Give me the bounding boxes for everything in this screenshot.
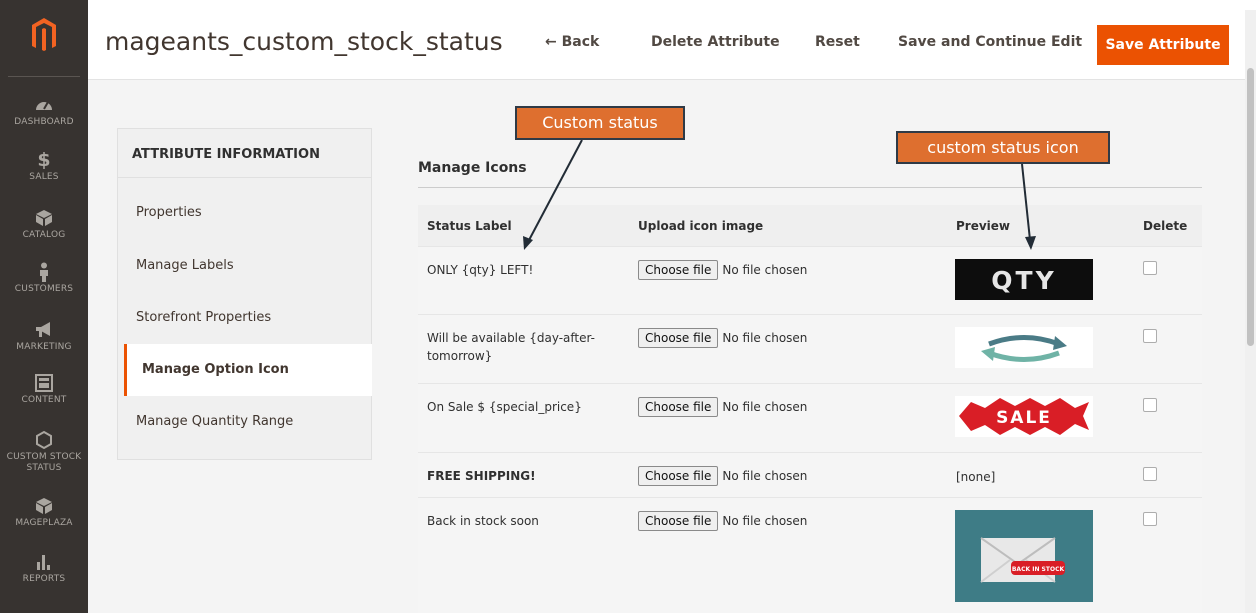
nav-item-marketing[interactable]: MARKETING [0, 320, 88, 353]
sale-preview-image: SALE [955, 396, 1093, 437]
file-status: No file chosen [722, 263, 808, 277]
status-label: Will be available {day-after-tomorrow} [427, 331, 595, 363]
nav-item-mageplaza[interactable]: MAGEPLAZA [0, 496, 88, 529]
tab-manage-labels[interactable]: Manage Labels [118, 240, 371, 292]
status-label: Back in stock soon [427, 514, 539, 528]
file-input[interactable]: Choose file No file chosen [638, 260, 807, 280]
save-and-continue-button[interactable]: Save and Continue Edit [898, 34, 1082, 50]
table-row: FREE SHIPPING! Choose file No file chosen… [418, 452, 1202, 497]
attribute-tabs: ATTRIBUTE INFORMATION Properties Manage … [117, 128, 372, 460]
choose-file-button[interactable]: Choose file [638, 328, 719, 348]
qty-preview-text: QTY [991, 266, 1056, 295]
file-status: No file chosen [722, 469, 808, 483]
back-in-stock-preview-text: BACK IN STOCK [1012, 566, 1065, 573]
delete-checkbox[interactable] [1143, 512, 1157, 526]
custom-status-icon-callout: custom status icon [896, 131, 1110, 164]
column-header-preview: Preview [956, 219, 1011, 233]
tab-manage-option-icon[interactable]: Manage Option Icon [124, 344, 372, 396]
dashboard-gauge-icon [36, 101, 52, 110]
preview-none-text: [none] [956, 470, 996, 484]
column-header-status-label: Status Label [427, 219, 512, 233]
page-title: mageants_custom_stock_status [105, 27, 503, 56]
box-icon [36, 210, 52, 226]
column-header-delete: Delete [1143, 219, 1188, 233]
section-title: Manage Icons [418, 160, 527, 176]
hexagon-icon [36, 430, 52, 450]
tabs-heading: ATTRIBUTE INFORMATION [132, 147, 320, 162]
refresh-preview-image [955, 327, 1093, 368]
sale-badge-graphic: SALE [959, 398, 1089, 435]
megaphone-icon [36, 322, 50, 337]
tab-manage-quantity-range[interactable]: Manage Quantity Range [118, 396, 371, 448]
nav-item-customers[interactable]: CUSTOMERS [0, 262, 88, 295]
status-label: ONLY {qty} LEFT! [427, 263, 534, 277]
nav-item-label: CUSTOM STOCK [6, 452, 82, 462]
file-input[interactable]: Choose file No file chosen [638, 397, 807, 417]
layout-icon [35, 374, 53, 392]
grid-header: Status Label Upload icon image Preview D… [418, 205, 1202, 246]
back-button[interactable]: ← Back [545, 34, 599, 50]
choose-file-button[interactable]: Choose file [638, 260, 719, 280]
nav-item-custom-stock-status[interactable]: CUSTOM STOCK STATUS [0, 430, 88, 474]
tab-storefront-properties[interactable]: Storefront Properties [118, 292, 371, 344]
nav-item-label: CONTENT [21, 395, 67, 405]
file-status: No file chosen [722, 331, 808, 345]
file-input[interactable]: Choose file No file chosen [638, 511, 807, 531]
qty-preview-image: QTY [955, 259, 1093, 300]
nav-item-label: CATALOG [22, 230, 66, 240]
choose-file-button[interactable]: Choose file [638, 397, 719, 417]
refresh-arrows-icon [981, 335, 1067, 362]
sale-preview-text: SALE [996, 408, 1052, 428]
choose-file-button[interactable]: Choose file [638, 511, 719, 531]
nav-item-catalog[interactable]: CATALOG [0, 208, 88, 241]
file-status: No file chosen [722, 514, 808, 528]
table-row: Back in stock soon Choose file No file ch… [418, 497, 1202, 613]
back-in-stock-preview-image: BACK IN STOCK [955, 510, 1093, 602]
nav-item-dashboard[interactable]: DASHBOARD [0, 95, 88, 128]
save-attribute-button[interactable]: Save Attribute [1097, 25, 1229, 65]
dollar-icon: $ [37, 149, 51, 171]
file-input[interactable]: Choose file No file chosen [638, 466, 807, 486]
reset-button[interactable]: Reset [815, 34, 860, 50]
admin-sidebar: DASHBOARD $ SALES CATALOG CUSTOMERS MARK… [0, 0, 88, 613]
column-header-upload: Upload icon image [638, 219, 764, 233]
nav-item-label: CUSTOMERS [14, 284, 74, 294]
nav-item-sales[interactable]: $ SALES [0, 150, 88, 183]
table-row: On Sale $ {special_price} Choose file No … [418, 383, 1202, 452]
choose-file-button[interactable]: Choose file [638, 466, 719, 486]
nav-item-label-line2: STATUS [26, 463, 62, 473]
envelope-icon: BACK IN STOCK [980, 537, 1065, 583]
tabs-divider [118, 177, 371, 178]
nav-item-label: REPORTS [22, 574, 66, 584]
delete-checkbox[interactable] [1143, 261, 1157, 275]
status-label: On Sale $ {special_price} [427, 400, 582, 414]
section-divider [418, 187, 1202, 188]
nav-divider [8, 76, 80, 77]
scrollbar-thumb[interactable] [1247, 68, 1254, 346]
nav-item-label: SALES [29, 172, 59, 182]
nav-item-label: MARKETING [16, 342, 72, 352]
box-icon [36, 498, 52, 514]
delete-checkbox[interactable] [1143, 329, 1157, 343]
page-header: mageants_custom_stock_status ← Back Dele… [88, 0, 1256, 80]
nav-item-label: DASHBOARD [14, 117, 74, 127]
bar-chart-icon [37, 555, 50, 570]
nav-item-reports[interactable]: REPORTS [0, 552, 88, 585]
file-input[interactable]: Choose file No file chosen [638, 328, 807, 348]
delete-attribute-button[interactable]: Delete Attribute [651, 34, 780, 50]
qty-preview-graphic: QTY [991, 266, 1056, 295]
nav-item-content[interactable]: CONTENT [0, 373, 88, 406]
table-row: Will be available {day-after-tomorrow} C… [418, 314, 1202, 383]
tab-properties[interactable]: Properties [118, 187, 371, 239]
delete-checkbox[interactable] [1143, 467, 1157, 481]
nav-item-label: MAGEPLAZA [15, 518, 73, 528]
person-icon [40, 262, 48, 282]
custom-status-callout: Custom status [515, 106, 685, 140]
file-status: No file chosen [722, 400, 808, 414]
status-label: FREE SHIPPING! [427, 469, 536, 483]
delete-checkbox[interactable] [1143, 398, 1157, 412]
table-row: ONLY {qty} LEFT! Choose file No file chos… [418, 246, 1202, 314]
magento-logo-icon[interactable] [28, 12, 60, 60]
